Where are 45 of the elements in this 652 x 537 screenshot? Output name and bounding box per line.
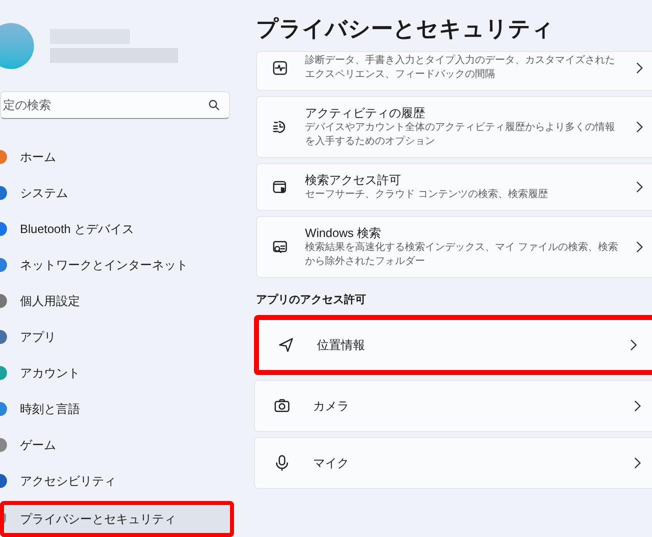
card-title: 位置情報 [317, 336, 366, 354]
microphone-icon [273, 454, 291, 472]
settings-card[interactable]: アクティビティの履歴 デバイスやアカウント全体のアクティビティ履歴からより多くの情報を入手するためのオプション [256, 96, 652, 158]
navigation-arrow-icon [277, 336, 295, 354]
settings-card[interactable]: Windows 検索 検索結果を高速化する検索インデックス、マイ ファイルの検索、検索から除外されたフォルダー [256, 216, 652, 278]
search-window-icon [271, 238, 289, 256]
card-description: セーフサーチ、クラウド コンテンツの検索、検索履歴 [305, 188, 549, 202]
card-title: 検索アクセス許可 [305, 172, 402, 188]
nav-item[interactable]: Bluetooth とデバイス [0, 211, 234, 247]
nav-item[interactable]: ネットワークとインターネット [0, 247, 234, 283]
settings-card[interactable]: 検索アクセス許可 セーフサーチ、クラウド コンテンツの検索、検索履歴 [256, 163, 652, 211]
nav-item[interactable]: ゲーム [0, 427, 234, 463]
shield-window-icon [271, 178, 289, 196]
chevron-right-icon [635, 181, 643, 193]
chevron-right-icon [633, 456, 641, 468]
chevron-right-icon [635, 241, 643, 253]
settings-card[interactable]: 診断データ、手書き入力とタイプ入力のデータ、カスタマイズされたエクスペリエンス、フィードバックの間隔 [256, 51, 652, 91]
card-description: 検索結果を高速化する検索インデックス、マイ ファイルの検索、検索から除外されたフォルダー [305, 241, 619, 269]
nav-item[interactable]: アカウント [0, 355, 234, 391]
card-title: アクティビティの履歴 [305, 105, 426, 121]
card-title: カメラ [313, 398, 350, 414]
nav-item[interactable]: ホーム [0, 139, 234, 175]
nav-item[interactable]: アクセシビリティ [0, 463, 234, 499]
chevron-right-icon [633, 400, 641, 412]
search-field[interactable]: 定の検索 [0, 91, 230, 119]
permission-card[interactable]: カメラ [254, 380, 652, 432]
camera-icon [273, 396, 291, 414]
nav-item[interactable]: アプリ [0, 319, 234, 355]
chevron-right-icon [635, 62, 643, 74]
section-heading: アプリのアクセス許可 [256, 292, 367, 308]
nav-item[interactable]: 時刻と言語 [0, 391, 234, 427]
nav-item[interactable]: システム [0, 175, 234, 211]
card-description: 診断データ、手書き入力とタイプ入力のデータ、カスタマイズされたエクスペリエンス、フィードバックの間隔 [305, 54, 616, 82]
avatar-photo-placeholder [0, 22, 34, 68]
permission-card[interactable]: マイク [254, 436, 652, 488]
permission-card[interactable]: 位置情報 [254, 314, 652, 374]
page-title: プライバシーとセキュリティ [256, 15, 555, 43]
chevron-right-icon [629, 338, 637, 350]
nav-item[interactable]: プライバシーとセキュリティ [0, 501, 234, 537]
card-description: デバイスやアカウント全体のアクティビティ履歴からより多くの情報を入手するためのオプション [305, 121, 616, 149]
nav-item[interactable]: 個人用設定 [0, 283, 234, 319]
chevron-right-icon [635, 121, 643, 133]
card-title: マイク [313, 454, 350, 472]
card-title: Windows 検索 [305, 225, 382, 241]
pulse-icon [271, 59, 289, 77]
